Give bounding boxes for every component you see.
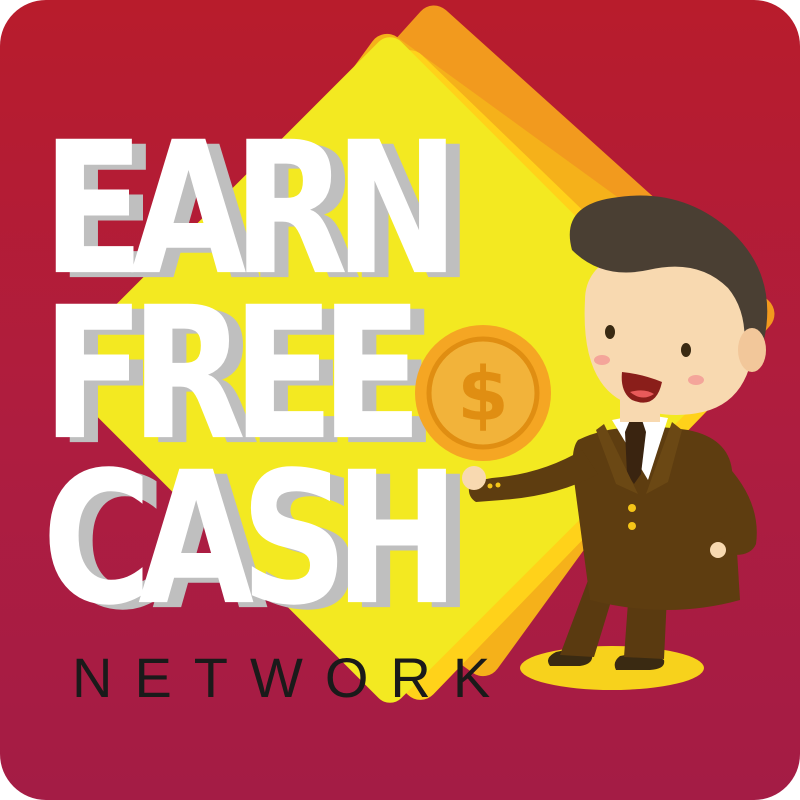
headline-cash: CASH (42, 434, 446, 646)
subline-network: NETWORK (72, 646, 512, 709)
jacket-button-2 (628, 522, 636, 530)
left-cheek (594, 355, 610, 365)
left-eye (605, 325, 615, 339)
app-icon: EARN EARN FREE FREE CASH CASH NETWORK $ (0, 0, 800, 800)
left-hand (462, 466, 486, 490)
sleeve-button-1 (487, 483, 493, 489)
right-eye (681, 343, 691, 357)
gold-coin-icon: $ (415, 325, 551, 461)
icon-artwork: EARN EARN FREE FREE CASH CASH NETWORK $ (42, 5, 775, 709)
right-cheek (688, 375, 704, 385)
sleeve-button-2 (495, 482, 501, 488)
ear (738, 328, 766, 372)
jacket-button-1 (628, 504, 636, 512)
jacket (572, 426, 740, 610)
ground-shadow (520, 646, 704, 690)
right-hand (710, 542, 726, 558)
coin-dollar-sign: $ (457, 352, 509, 438)
